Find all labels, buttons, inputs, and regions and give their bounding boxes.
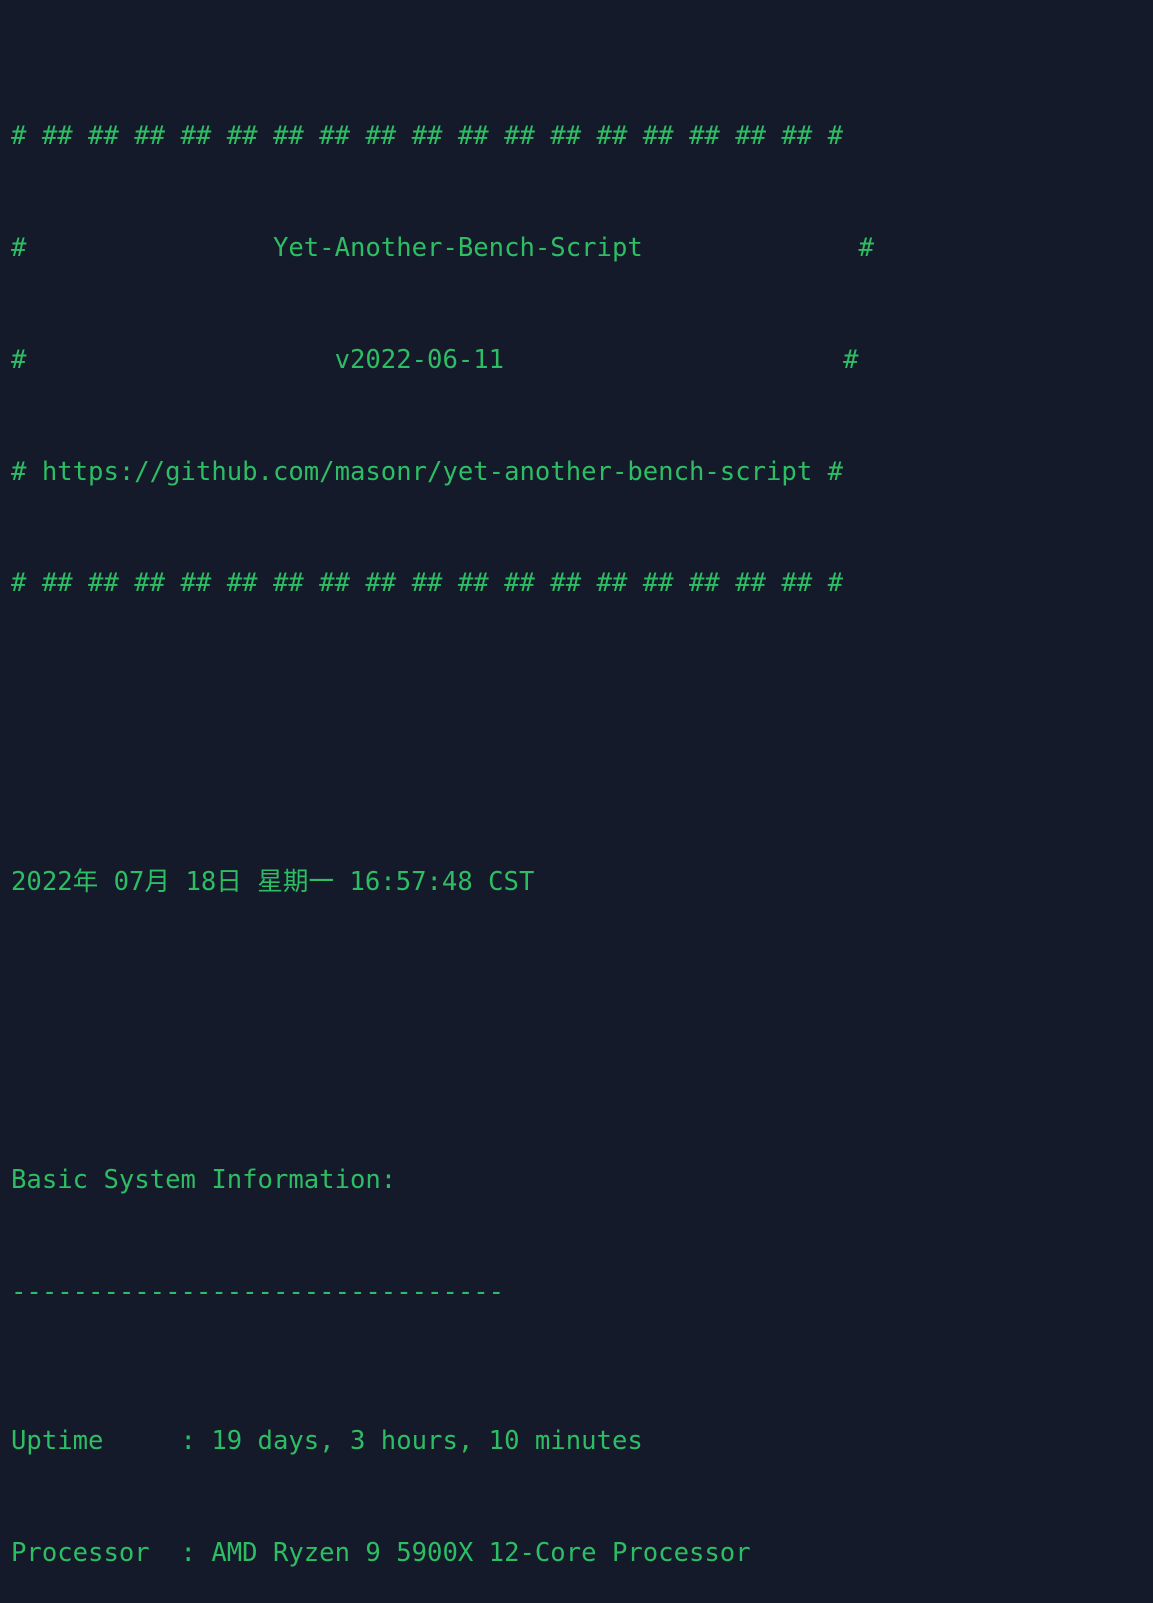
banner-title: # Yet-Another-Bench-Script # [11, 232, 874, 263]
terminal-output: # ## ## ## ## ## ## ## ## ## ## ## ## ##… [0, 0, 1153, 1603]
info-row-uptime: Uptime : 19 days, 3 hours, 10 minutes [11, 1423, 1153, 1460]
banner-version: # v2022-06-11 # [11, 344, 859, 375]
banner-border-top: # ## ## ## ## ## ## ## ## ## ## ## ## ##… [11, 120, 844, 151]
banner-url[interactable]: # https://github.com/masonr/yet-another-… [11, 454, 1153, 491]
info-label: Uptime : 19 days, 3 hours, 10 minutes [11, 1426, 643, 1457]
section-separator: -------------------------------- [11, 1277, 505, 1308]
info-row-processor: Processor : AMD Ryzen 9 5900X 12-Core Pr… [11, 1538, 751, 1569]
timestamp: 2022年 07月 18日 星期一 16:57:48 CST [11, 866, 535, 897]
banner-border-bottom: # ## ## ## ## ## ## ## ## ## ## ## ## ##… [11, 568, 844, 599]
section-heading-basic-system-information: Basic System Information: [11, 1165, 397, 1196]
